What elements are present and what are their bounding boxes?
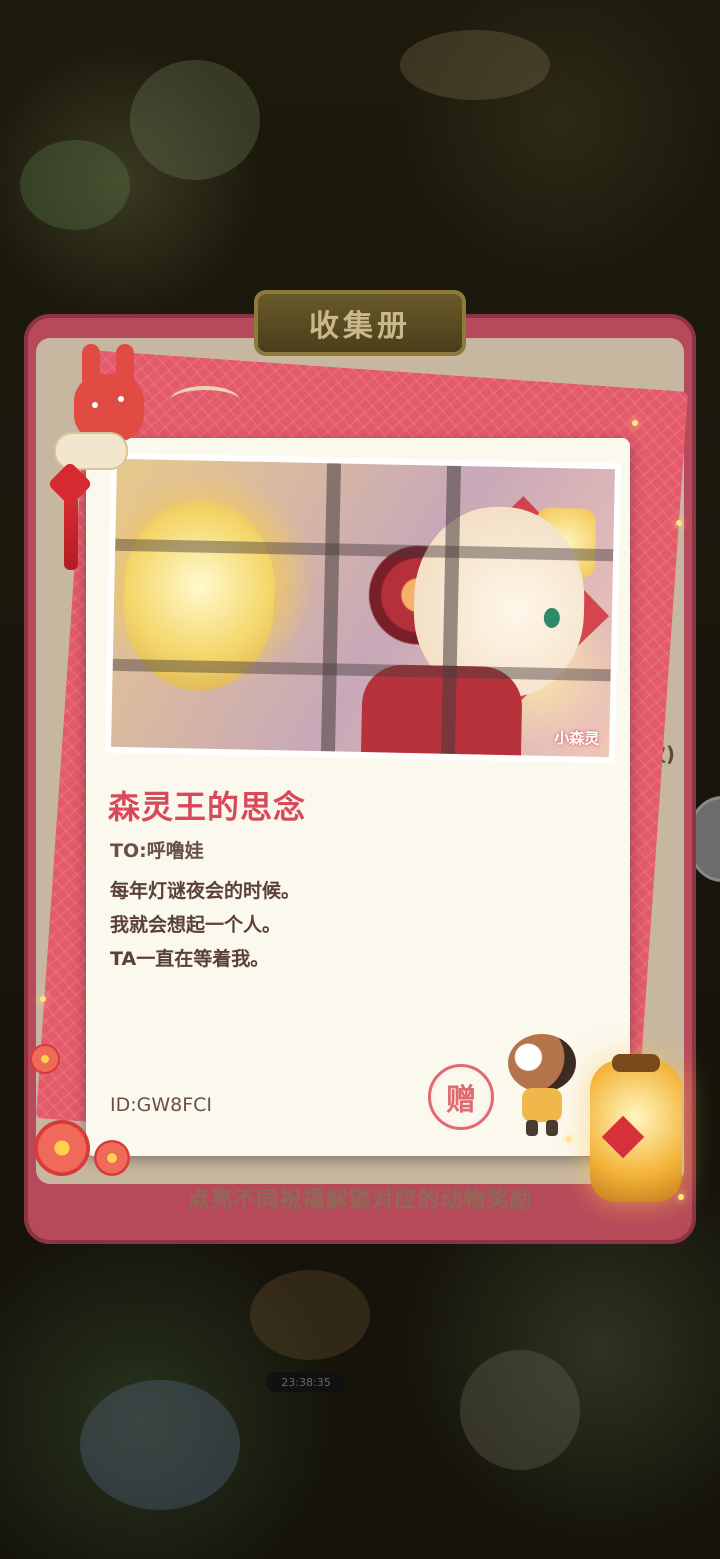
lantern-fu-mark [601,1115,645,1159]
album-title: 收集册 [254,290,466,356]
hamster-leg [526,1120,538,1136]
photo-illustration: 小森灵 [111,458,615,758]
lantern-cap [612,1054,660,1072]
hamster-leg [546,1120,558,1136]
plum-flower-icon [34,1120,90,1176]
sparkle-icon [566,1136,572,1142]
plum-flower-icon [94,1140,130,1176]
card-id: ID:GW8FCI [110,1094,213,1116]
card-message-line: TA一直在等着我。 [110,948,270,970]
timer-text: 23:38:35 [281,1375,331,1389]
album-title-text: 收集册 [309,309,411,344]
cloud-streamer-decoration [170,386,240,416]
card-message-line: 每年灯谜夜会的时候。 [110,880,301,902]
photo-watermark: 小森灵 [554,729,600,748]
plum-flower-icon [30,1044,60,1074]
hamster-shirt [522,1088,562,1122]
tassel-decoration [64,500,78,570]
card-photo: 小森灵 [104,452,622,764]
glowing-lantern-icon [590,1054,682,1202]
card-title: 森灵王的思念 [108,788,307,826]
bunny-eye [92,402,98,408]
hamster-head [508,1034,576,1092]
sparkle-icon [40,996,46,1002]
gift-stamp-button[interactable]: 赠 [428,1064,494,1130]
timer-badge: 23:38:35 [266,1372,346,1392]
sparkle-icon [678,1194,684,1200]
sparkle-icon [632,420,638,426]
gift-stamp-label: 赠 [446,1083,476,1118]
sparkle-icon [676,520,682,526]
bunny-eye [118,396,124,402]
red-bunny-mascot [70,344,148,444]
card-recipient: TO:呼噜娃 [110,840,204,862]
card-message: 每年灯谜夜会的时候。 我就会想起一个人。 TA一直在等着我。 [110,874,300,976]
hamster-character [504,1034,580,1138]
card-message-line: 我就会想起一个人。 [110,914,282,936]
window-frame [320,463,342,752]
